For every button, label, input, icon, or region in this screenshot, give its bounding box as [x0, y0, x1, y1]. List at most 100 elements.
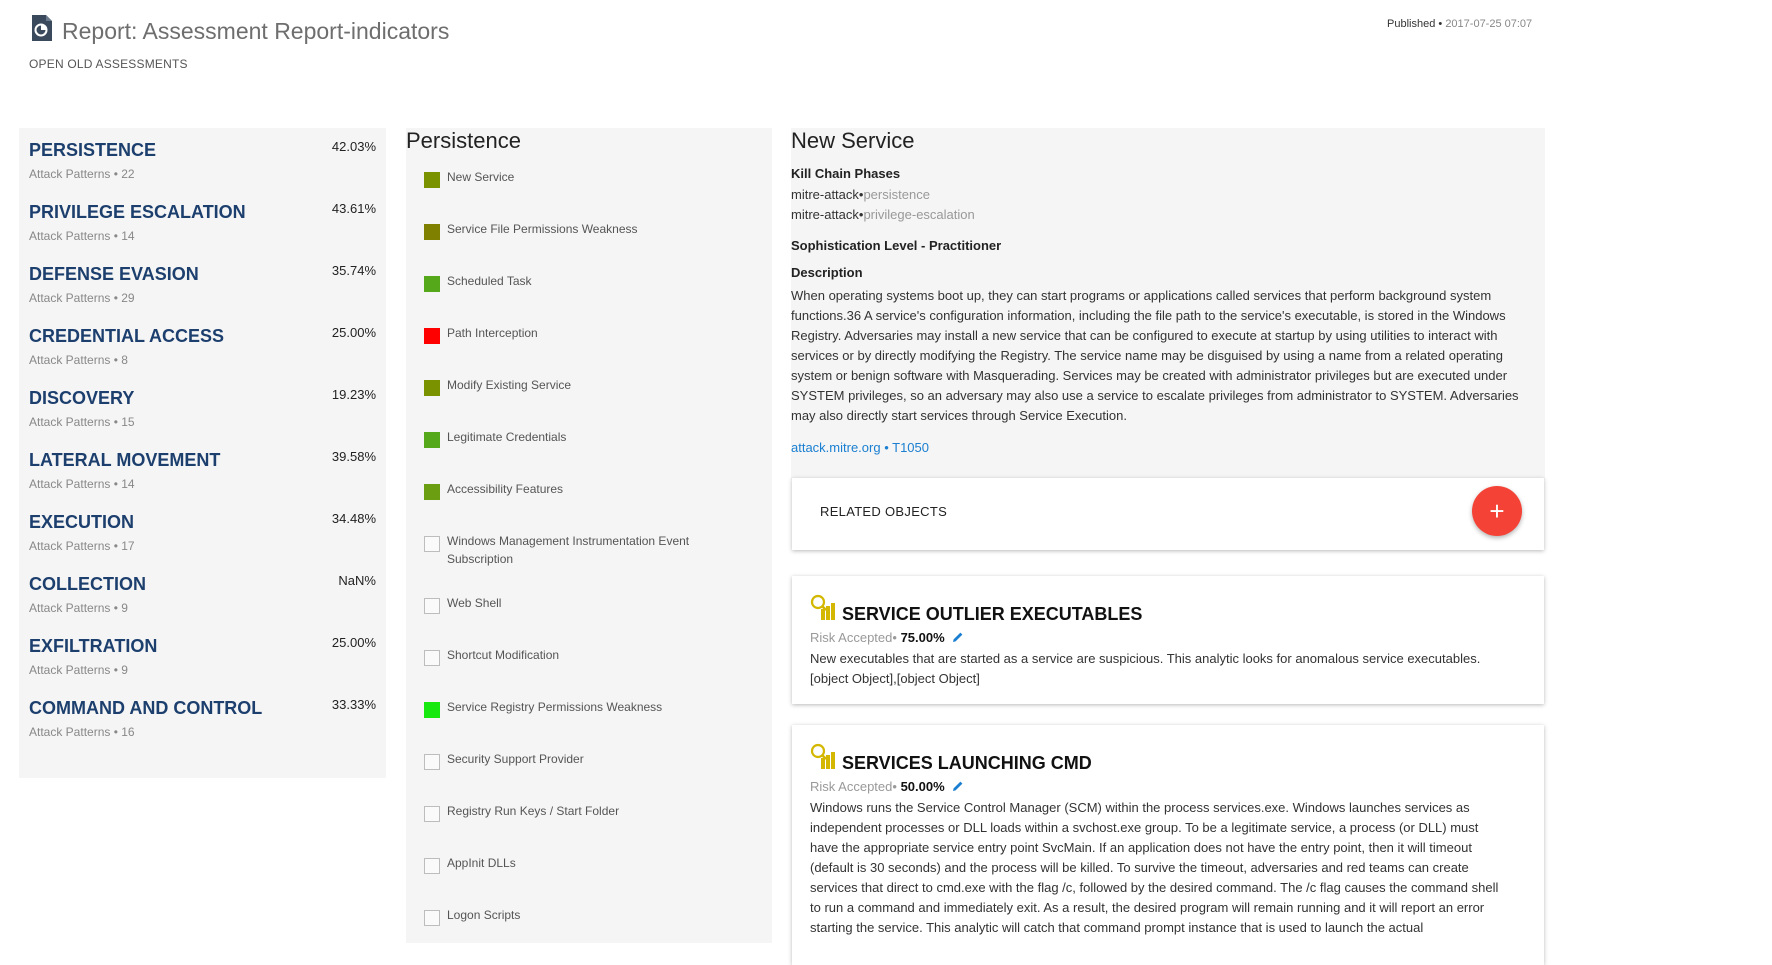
kill-chain-entry: mitre-attack•privilege-escalation	[791, 207, 975, 222]
pattern-label: Windows Management Instrumentation Event…	[447, 534, 690, 566]
phase-name: CREDENTIAL ACCESS	[29, 326, 225, 346]
pattern-label: AppInit DLLs	[447, 856, 516, 870]
phase-item-collection[interactable]: COLLECTION Attack Patterns • 9 NaN%	[29, 570, 376, 630]
kill-chain-heading: Kill Chain Phases	[791, 166, 901, 181]
pattern-color-box	[424, 172, 440, 188]
pattern-label: Service File Permissions Weakness	[447, 222, 638, 236]
pencil-icon[interactable]	[952, 631, 964, 643]
kill-chain-phase: persistence	[863, 187, 930, 202]
add-related-object-button[interactable]: +	[1472, 486, 1522, 536]
phase-percent: 19.23%	[331, 387, 376, 402]
phase-list: PERSISTENCE Attack Patterns • 22 42.03% …	[19, 128, 386, 778]
phase-name: EXECUTION	[29, 512, 135, 532]
phase-item-command-and-control[interactable]: COMMAND AND CONTROL Attack Patterns • 16…	[29, 694, 376, 754]
analytic-title: SERVICES LAUNCHING CMD	[842, 753, 1092, 773]
pattern-label: Accessibility Features	[447, 482, 564, 496]
phase-name: LATERAL MOVEMENT	[29, 450, 221, 470]
phase-percent: 42.03%	[331, 139, 376, 154]
published-date: 2017-07-25 07:07	[1445, 18, 1533, 30]
pattern-color-box	[424, 380, 440, 396]
phase-count: Attack Patterns • 9	[29, 663, 128, 677]
pattern-label: Logon Scripts	[447, 908, 521, 922]
pattern-color-box	[424, 650, 440, 666]
phase-name: PRIVILEGE ESCALATION	[29, 202, 246, 222]
phase-percent: 25.00%	[331, 635, 376, 650]
pattern-detail: New Service Kill Chain Phases mitre-atta…	[791, 128, 1545, 480]
analytic-description: New executables that are started as a se…	[810, 651, 1481, 686]
pattern-label: Modify Existing Service	[447, 378, 572, 392]
detail-title: New Service	[791, 128, 915, 153]
pattern-label: Registry Run Keys / Start Folder	[447, 804, 620, 818]
analytic-card: SERVICE OUTLIER EXECUTABLES Risk Accepte…	[792, 576, 1544, 704]
phase-count: Attack Patterns • 22	[29, 167, 135, 181]
open-old-assessments-link[interactable]: OPEN OLD ASSESSMENTS	[29, 57, 188, 71]
phase-percent: 34.48%	[331, 511, 376, 526]
phase-name: PERSISTENCE	[29, 140, 157, 160]
description-heading: Description	[791, 265, 863, 280]
phase-item-persistence[interactable]: PERSISTENCE Attack Patterns • 22 42.03%	[29, 136, 376, 196]
page-title: Report: Assessment Report-indicators	[62, 18, 450, 44]
attack-pattern-list: Persistence New Service Service File Per…	[406, 128, 772, 943]
analytic-title: SERVICE OUTLIER EXECUTABLES	[842, 604, 1143, 624]
related-objects-label: RELATED OBJECTS	[820, 504, 948, 519]
published-label: Published	[1387, 18, 1436, 30]
phase-name: DEFENSE EVASION	[29, 264, 199, 284]
phase-percent: 35.74%	[331, 263, 376, 278]
related-objects-card: RELATED OBJECTS +	[792, 478, 1544, 550]
phase-item-discovery[interactable]: DISCOVERY Attack Patterns • 15 19.23%	[29, 384, 376, 444]
pattern-color-box	[424, 754, 440, 770]
pattern-color-box	[424, 910, 440, 926]
analytic-card: SERVICES LAUNCHING CMD Risk Accepted• 50…	[792, 725, 1544, 965]
analytic-risk: Risk Accepted• 50.00%	[810, 779, 964, 794]
pattern-color-box	[424, 432, 440, 448]
phase-item-privilege-escalation[interactable]: PRIVILEGE ESCALATION Attack Patterns • 1…	[29, 198, 376, 258]
risk-label: Risk Accepted•	[810, 779, 897, 794]
phase-name: EXFILTRATION	[29, 636, 158, 656]
pattern-label: Web Shell	[447, 596, 502, 610]
pattern-color-box	[424, 484, 440, 500]
pattern-label: Security Support Provider	[447, 752, 584, 766]
phase-percent: NaN%	[338, 573, 376, 588]
analytic-risk: Risk Accepted• 75.00%	[810, 630, 964, 645]
pattern-label: Shortcut Modification	[447, 648, 560, 662]
published-info: Published • 2017-07-25 07:07	[1387, 18, 1533, 30]
risk-value: 75.00%	[900, 630, 945, 645]
phase-count: Attack Patterns • 29	[29, 291, 135, 305]
phase-count: Attack Patterns • 17	[29, 539, 135, 553]
magnifier-bar-chart-icon	[810, 594, 835, 620]
phase-count: Attack Patterns • 9	[29, 601, 128, 615]
plus-icon: +	[1489, 496, 1505, 526]
phase-count: Attack Patterns • 16	[29, 725, 135, 739]
pattern-label: Path Interception	[447, 326, 538, 340]
kill-chain-source: mitre-attack•	[791, 187, 864, 202]
phase-percent: 39.58%	[331, 449, 376, 464]
pattern-color-box	[424, 598, 440, 614]
pattern-label: Scheduled Task	[447, 274, 532, 288]
kill-chain-source: mitre-attack•	[791, 207, 864, 222]
phase-name: DISCOVERY	[29, 388, 135, 408]
pattern-color-box	[424, 858, 440, 874]
phase-item-defense-evasion[interactable]: DEFENSE EVASION Attack Patterns • 29 35.…	[29, 260, 376, 320]
phase-percent: 25.00%	[331, 325, 376, 340]
kill-chain-entry: mitre-attack•persistence	[791, 187, 930, 202]
pattern-color-box	[424, 224, 440, 240]
pattern-color-box	[424, 536, 440, 552]
phase-item-lateral-movement[interactable]: LATERAL MOVEMENT Attack Patterns • 14 39…	[29, 446, 376, 506]
phase-item-credential-access[interactable]: CREDENTIAL ACCESS Attack Patterns • 8 25…	[29, 322, 376, 382]
pattern-color-box	[424, 702, 440, 718]
mitre-reference-link[interactable]: attack.mitre.org • T1050	[791, 440, 929, 455]
phase-name: COLLECTION	[29, 574, 146, 594]
report-document-icon	[32, 15, 52, 41]
phase-percent: 33.33%	[331, 697, 376, 712]
pencil-icon[interactable]	[952, 780, 964, 792]
kill-chain-phase: privilege-escalation	[863, 207, 975, 222]
pattern-color-box	[424, 806, 440, 822]
pattern-label: Service Registry Permissions Weakness	[447, 700, 663, 714]
risk-label: Risk Accepted•	[810, 630, 897, 645]
phase-count: Attack Patterns • 14	[29, 477, 135, 491]
phase-count: Attack Patterns • 14	[29, 229, 135, 243]
phase-item-exfiltration[interactable]: EXFILTRATION Attack Patterns • 9 25.00%	[29, 632, 376, 692]
phase-item-execution[interactable]: EXECUTION Attack Patterns • 17 34.48%	[29, 508, 376, 568]
pattern-list-title: Persistence	[406, 128, 521, 153]
phase-count: Attack Patterns • 8	[29, 353, 128, 367]
